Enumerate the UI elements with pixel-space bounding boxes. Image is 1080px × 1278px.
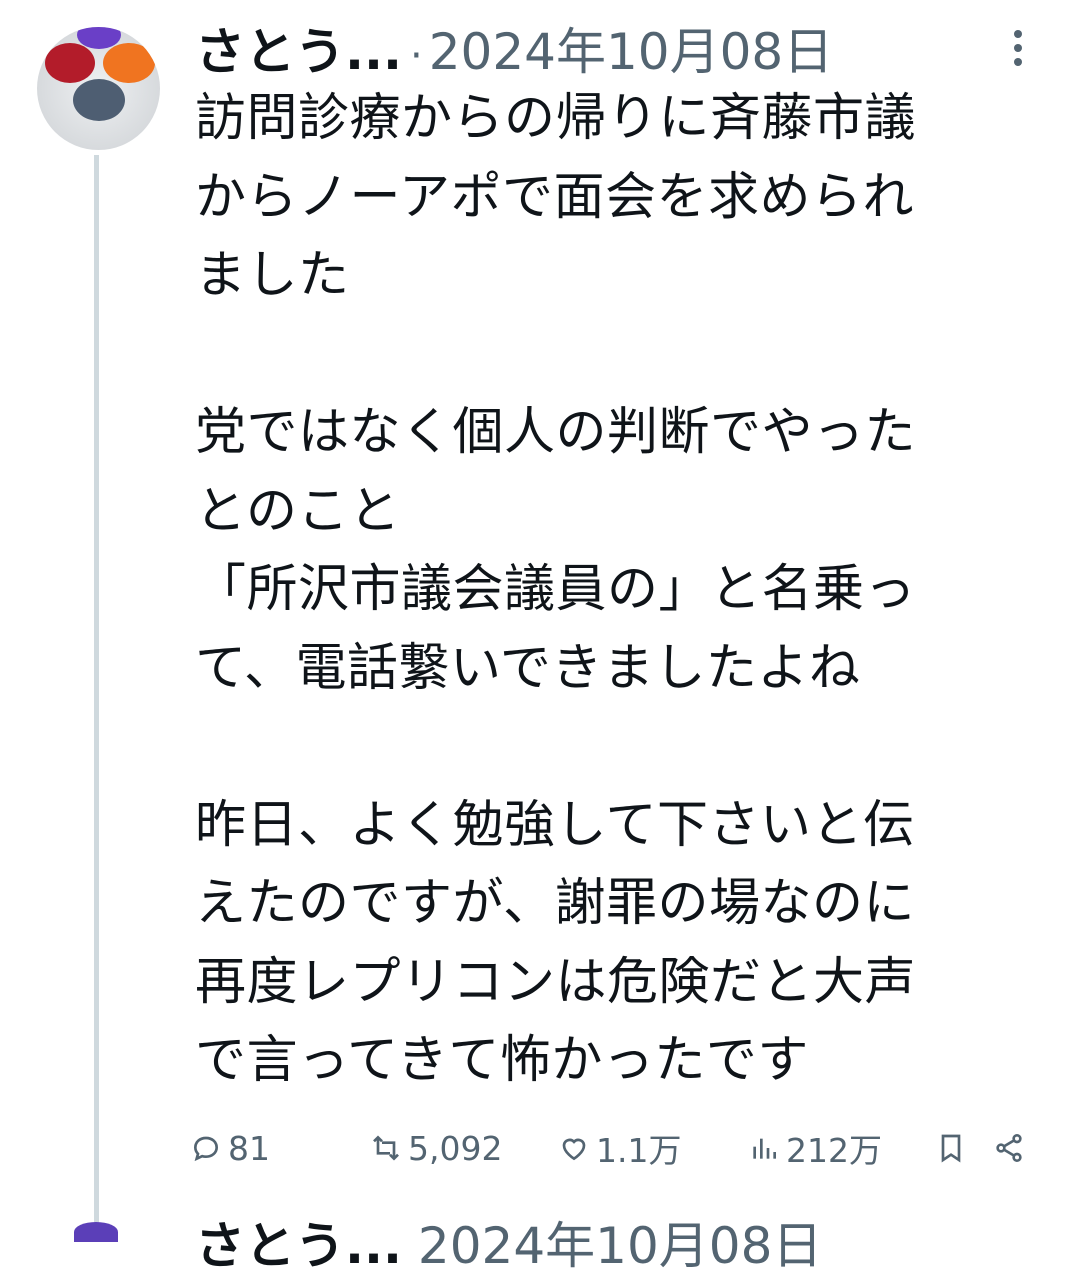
like-count: 1.1万	[596, 1131, 682, 1170]
next-post-date[interactable]: 2024年10月08日	[418, 1217, 823, 1275]
action-bar: 81 5,092 1.1万 212万	[190, 1125, 1030, 1171]
author-name[interactable]: さとう...	[195, 12, 402, 84]
like-button[interactable]: 1.1万	[558, 1125, 681, 1171]
views-icon	[753, 1138, 776, 1159]
avatar-cap-red	[45, 43, 95, 83]
next-post-header: さとう... 2024年10月08日	[195, 1206, 822, 1278]
share-icon	[996, 1134, 1022, 1162]
repost-button[interactable]: 5,092	[370, 1125, 502, 1171]
bookmark-button[interactable]	[935, 1125, 973, 1171]
bookmark-icon	[941, 1134, 961, 1163]
header-separator: ·	[409, 33, 423, 79]
reply-button[interactable]: 81	[190, 1125, 270, 1171]
avatar[interactable]	[37, 27, 160, 150]
reply-count: 81	[228, 1128, 270, 1168]
more-options-icon[interactable]	[1010, 30, 1026, 70]
heart-icon	[562, 1138, 586, 1161]
views-button[interactable]: 212万	[748, 1125, 882, 1171]
post-text: 訪問診療からの帰りに斉藤市議 からノーアポで面会を求められ ました 党ではなく個…	[195, 89, 917, 1090]
thread-line	[94, 155, 99, 1230]
post-header: さとう... · 2024年10月08日	[195, 12, 833, 82]
repost-count: 5,092	[408, 1128, 503, 1168]
post-date[interactable]: 2024年10月08日	[429, 12, 834, 84]
share-button[interactable]	[993, 1125, 1031, 1171]
avatar-cap-orange	[103, 43, 155, 83]
repost-icon	[373, 1135, 399, 1161]
views-count: 212万	[786, 1131, 882, 1170]
next-post-avatar[interactable]	[74, 1222, 118, 1242]
avatar-cap-slate	[73, 79, 125, 121]
next-post-author-name[interactable]: さとう...	[195, 1217, 402, 1275]
reply-icon	[193, 1136, 219, 1162]
